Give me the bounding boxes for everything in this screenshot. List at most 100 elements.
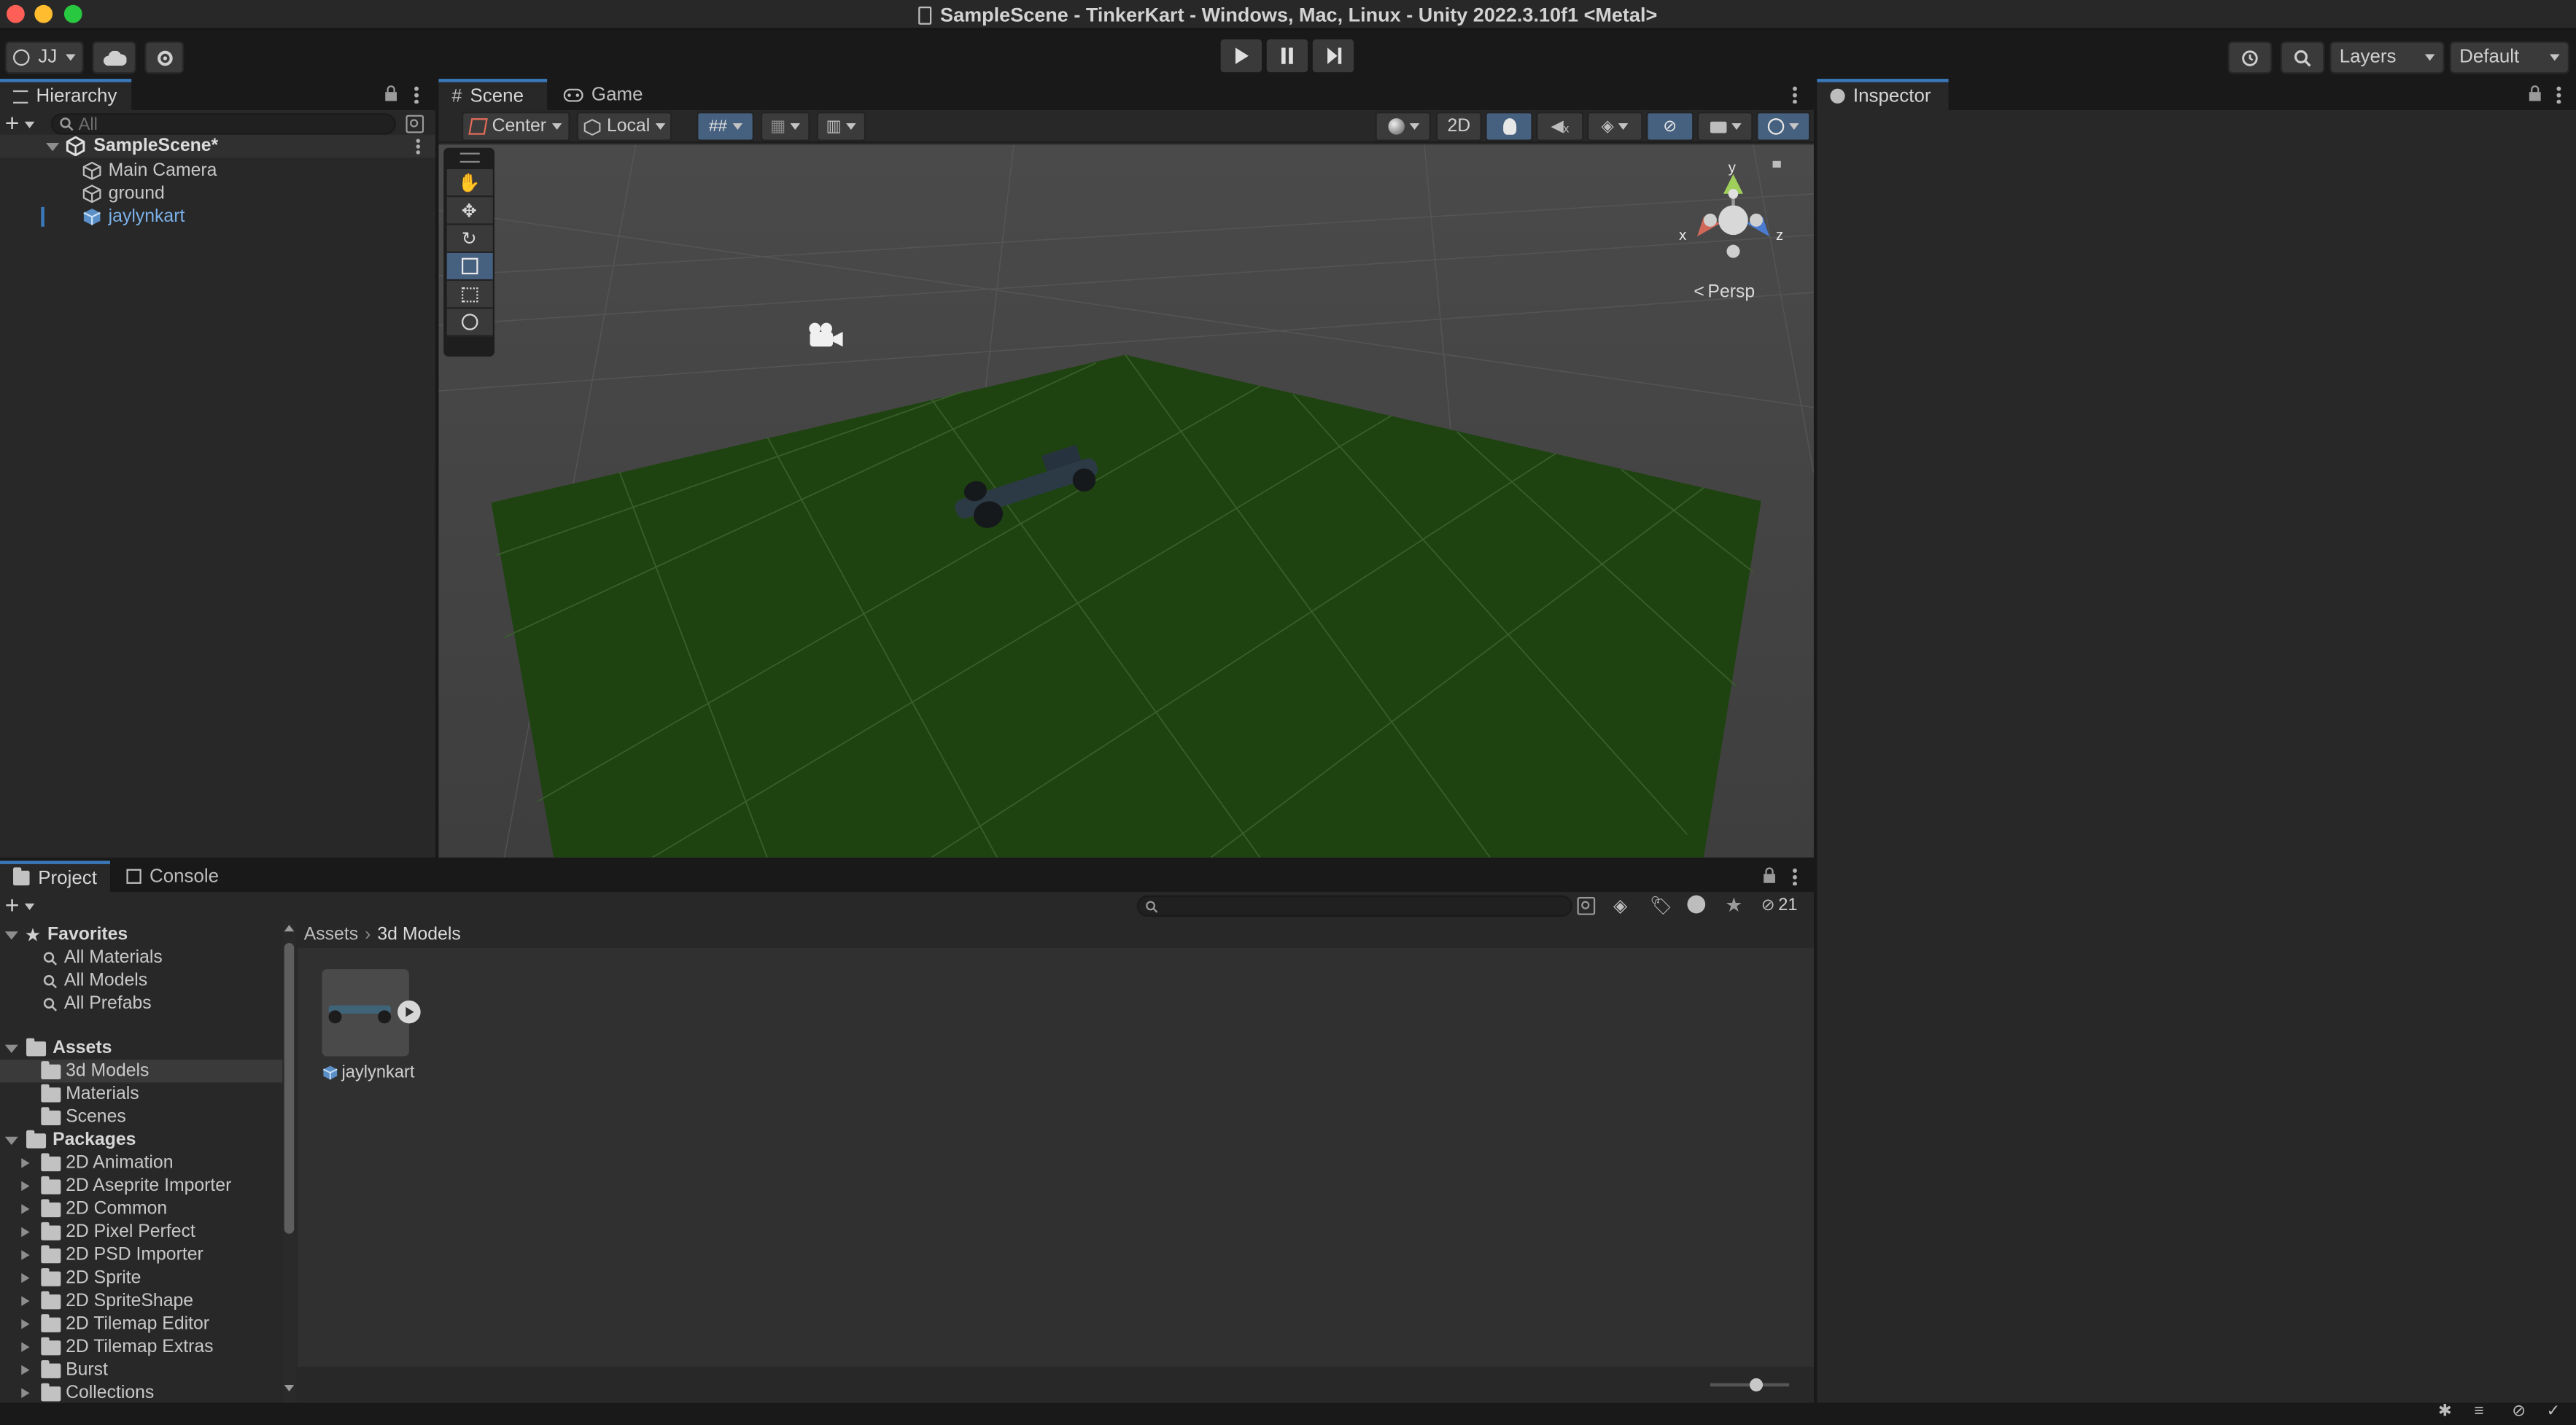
expand-prefab-button[interactable] <box>397 1000 421 1024</box>
search-by-type-icon[interactable]: ◈ <box>1613 896 1627 917</box>
panel-menu-icon[interactable] <box>414 85 419 104</box>
rect-tool-button[interactable] <box>446 281 492 309</box>
shading-mode-dropdown[interactable] <box>1375 112 1432 141</box>
search-by-label-icon[interactable]: 🏷 <box>1650 896 1672 917</box>
toggle-2d-button[interactable]: 2D <box>1435 112 1482 141</box>
assets-header[interactable]: Assets <box>0 1036 282 1060</box>
progress-check-icon[interactable]: ✓ <box>2547 1403 2561 1421</box>
account-dropdown[interactable]: JJ <box>4 41 84 74</box>
search-by-scene-icon[interactable] <box>1577 896 1596 915</box>
scene-viewport[interactable]: ✋ ✥ ↻ y x z < Persp <box>438 144 1814 858</box>
package-item[interactable]: 2D Aseprite Importer <box>0 1175 282 1198</box>
create-asset-button[interactable]: + <box>5 893 34 918</box>
effects-dropdown[interactable]: ◈ <box>1587 112 1643 141</box>
increment-snap-dropdown[interactable]: ▥ <box>816 112 866 141</box>
panel-menu-icon[interactable] <box>1792 85 1798 104</box>
projection-toggle[interactable]: < Persp <box>1694 282 1755 302</box>
slider-thumb[interactable] <box>1750 1378 1764 1391</box>
asset-tile[interactable]: jaylynkart <box>320 969 421 1082</box>
package-item[interactable]: 2D Tilemap Editor <box>0 1313 282 1336</box>
hierarchy-item[interactable]: ground <box>0 182 435 206</box>
package-item[interactable]: 2D Common <box>0 1197 282 1221</box>
hidden-packages-toggle[interactable]: ⊘ 21 <box>1761 896 1798 915</box>
expand-arrow-icon[interactable] <box>21 1204 30 1214</box>
scrollbar-thumb[interactable] <box>284 942 295 1234</box>
asset-folder[interactable]: Scenes <box>0 1106 282 1129</box>
log-info-icon[interactable] <box>1687 895 1706 914</box>
expand-arrow-icon[interactable] <box>21 1364 30 1375</box>
expand-arrow-icon[interactable] <box>21 1342 30 1352</box>
snap-increment-button[interactable]: ▦ <box>760 112 810 141</box>
tab-inspector[interactable]: Inspector <box>1817 79 1949 110</box>
gizmos-dropdown[interactable] <box>1756 112 1811 141</box>
step-button[interactable] <box>1312 39 1354 73</box>
tool-palette-grip[interactable] <box>459 152 479 163</box>
rotate-tool-button[interactable]: ↻ <box>446 225 492 253</box>
play-button[interactable] <box>1220 39 1262 73</box>
lock-icon[interactable] <box>2529 85 2542 102</box>
panel-menu-icon[interactable] <box>1792 867 1798 886</box>
breadcrumb-item[interactable]: 3d Models <box>377 924 460 944</box>
package-item[interactable]: 2D Pixel Perfect <box>0 1221 282 1244</box>
expand-arrow-icon[interactable] <box>21 1227 30 1238</box>
cache-server-icon[interactable]: ≡ <box>2474 1403 2483 1421</box>
tab-game[interactable]: Game <box>551 79 656 110</box>
scene-search-icon[interactable] <box>405 114 424 133</box>
tab-scene[interactable]: # Scene <box>438 79 548 110</box>
expand-arrow-icon[interactable] <box>21 1388 30 1398</box>
project-search-field[interactable] <box>1136 895 1572 917</box>
icon-size-slider[interactable] <box>1710 1378 1790 1391</box>
scale-tool-button[interactable] <box>446 252 492 281</box>
hierarchy-item[interactable]: Main Camera <box>0 160 435 183</box>
create-button[interactable]: + <box>5 112 34 136</box>
tab-project[interactable]: Project <box>0 861 110 893</box>
undo-history-button[interactable] <box>2227 41 2273 74</box>
expand-arrow-icon[interactable] <box>21 1319 30 1329</box>
asset-folder[interactable]: 3d Models <box>0 1059 283 1083</box>
scene-visibility-toggle[interactable]: ⊘ <box>1646 112 1694 141</box>
favorite-item[interactable]: All Models <box>0 969 282 993</box>
pause-button[interactable] <box>1266 39 1308 73</box>
favorite-item[interactable]: All Prefabs <box>0 993 282 1016</box>
expand-arrow-icon[interactable] <box>21 1181 30 1192</box>
hierarchy-item[interactable]: jaylynkart <box>0 206 435 229</box>
favorites-header[interactable]: ★ Favorites <box>0 923 282 947</box>
breadcrumb-item[interactable]: Assets <box>304 924 358 944</box>
transform-tool-button[interactable] <box>446 308 492 337</box>
pivot-center-dropdown[interactable]: Center <box>461 112 570 141</box>
package-item[interactable]: 2D Tilemap Extras <box>0 1335 282 1359</box>
scene-camera-dropdown[interactable] <box>1696 112 1753 141</box>
lock-icon[interactable] <box>1763 867 1776 884</box>
scroll-down-arrow-icon[interactable] <box>284 1384 295 1391</box>
auto-generate-lighting-icon[interactable]: ⊘ <box>2512 1403 2526 1421</box>
expand-arrow-icon[interactable] <box>21 1250 30 1260</box>
packages-header[interactable]: Packages <box>0 1129 282 1152</box>
panel-menu-icon[interactable] <box>2556 85 2561 104</box>
audio-toggle[interactable]: ◀ₓ <box>1536 112 1584 141</box>
package-item[interactable]: Collections <box>0 1381 282 1403</box>
package-item[interactable]: 2D SpriteShape <box>0 1289 282 1313</box>
expand-arrow-icon[interactable] <box>4 1135 18 1144</box>
move-tool-button[interactable]: ✥ <box>446 197 492 225</box>
lighting-toggle[interactable] <box>1485 112 1533 141</box>
gizmo-lock-icon[interactable] <box>1772 160 1781 168</box>
scene-menu-icon[interactable] <box>415 138 421 155</box>
layers-dropdown[interactable]: Layers <box>2329 41 2445 74</box>
debug-bug-icon[interactable]: ✱ <box>2438 1403 2452 1421</box>
expand-arrow-icon[interactable] <box>46 141 60 151</box>
services-button[interactable] <box>144 41 185 74</box>
cloud-button[interactable] <box>92 41 136 74</box>
package-item[interactable]: 2D PSD Importer <box>0 1243 282 1267</box>
package-item[interactable]: 2D Sprite <box>0 1267 282 1290</box>
expand-arrow-icon[interactable] <box>4 931 18 939</box>
lock-icon[interactable] <box>384 85 397 102</box>
expand-arrow-icon[interactable] <box>21 1158 30 1168</box>
favorite-item[interactable]: All Materials <box>0 946 282 969</box>
asset-folder[interactable]: Materials <box>0 1082 282 1106</box>
pivot-space-dropdown[interactable]: Local <box>576 112 672 141</box>
search-button[interactable] <box>2280 41 2325 74</box>
layout-dropdown[interactable]: Default <box>2449 41 2570 74</box>
grid-toggle[interactable]: ## <box>697 112 754 141</box>
favorite-star-icon[interactable]: ★ <box>1725 893 1742 917</box>
hand-tool-button[interactable]: ✋ <box>446 169 492 198</box>
